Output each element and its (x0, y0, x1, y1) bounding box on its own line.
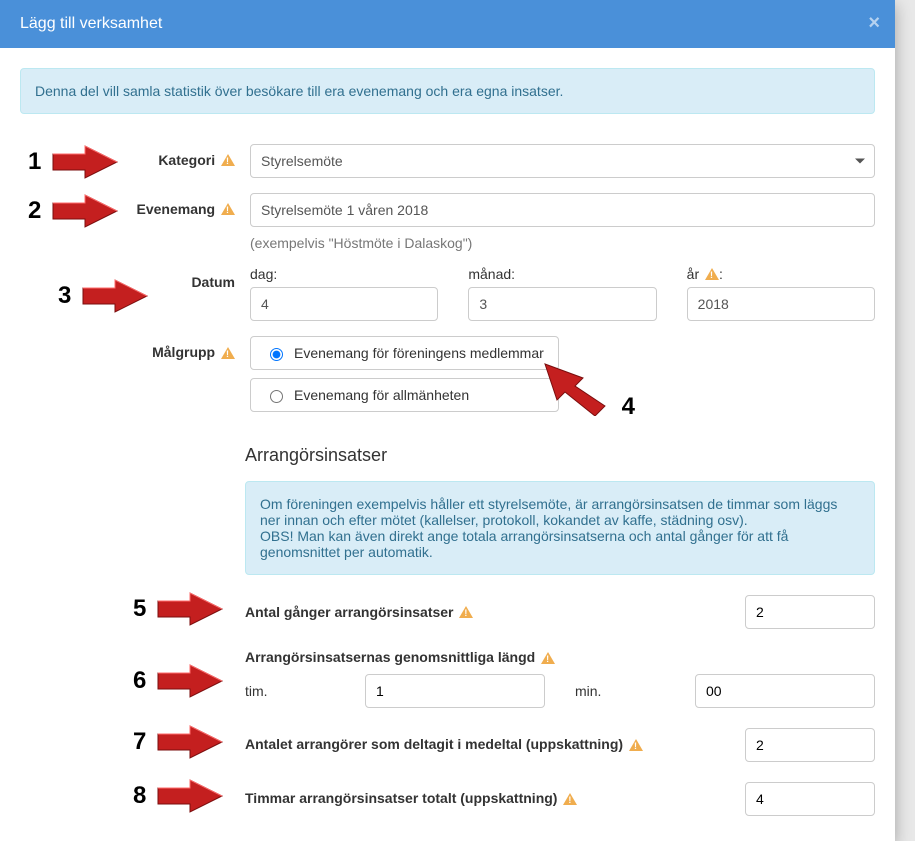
warning-icon (629, 739, 643, 753)
row-length: 6 Arrangörsinsatsernas genomsnittliga lä… (245, 649, 875, 707)
dag-label: dag: (250, 266, 438, 282)
evenemang-label: Evenemang (137, 201, 216, 217)
warning-icon (221, 154, 235, 168)
modal-body: Denna del vill samla statistik över besö… (0, 48, 895, 841)
row-section: Arrangörsinsatser Om föreningen exempelv… (20, 425, 875, 820)
timmar-totalt-label: Timmar arrangörsinsatser totalt (uppskat… (245, 790, 557, 806)
antal-ganger-label: Antal gånger arrangörsinsatser (245, 604, 454, 620)
warning-icon (221, 347, 235, 361)
manad-label: månad: (468, 266, 656, 282)
warning-icon (563, 793, 577, 807)
row-datum: 3 Datum dag: månad: (20, 266, 875, 321)
min-input[interactable] (695, 674, 875, 708)
dag-input[interactable] (250, 287, 438, 321)
annotation-4: 4 (622, 393, 635, 421)
modal-header: Lägg till verksamhet × (0, 0, 895, 48)
section-title: Arrangörsinsatser (245, 445, 875, 466)
timmar-totalt-input[interactable] (745, 782, 875, 816)
row-antal-arrangorer: 7 Antalet arrangörer som deltagit i mede… (245, 728, 875, 762)
row-antal-ganger: 5 Antal gånger arrangörsinsatser (245, 595, 875, 629)
antal-ganger-input[interactable] (745, 595, 875, 629)
ar-label: år (687, 266, 699, 282)
kategori-label: Kategori (158, 152, 215, 168)
close-icon[interactable]: × (868, 12, 880, 35)
datum-label: Datum (191, 274, 235, 290)
row-timmar-totalt: 8 Timmar arrangörsinsatser totalt (uppsk… (245, 782, 875, 816)
malgrupp-opt2-label: Evenemang för allmänheten (294, 387, 469, 403)
row-kategori: 1 Kategori (20, 144, 875, 178)
malgrupp-option-members[interactable]: Evenemang för föreningens medlemmar (250, 336, 559, 370)
antal-arr-label: Antalet arrangörer som deltagit i medelt… (245, 736, 623, 752)
malgrupp-label: Målgrupp (152, 344, 215, 360)
radio-public[interactable] (270, 390, 283, 403)
warning-icon (541, 652, 555, 666)
tim-label: tim. (245, 683, 345, 699)
malgrupp-option-public[interactable]: Evenemang för allmänheten (250, 378, 559, 412)
row-evenemang: 2 Evenemang (exempelvis "Höstmöte i Dala… (20, 193, 875, 251)
row-malgrupp: Målgrupp Evenemang för föreningens medle… (20, 336, 875, 420)
warning-icon (221, 203, 235, 217)
kategori-select[interactable] (250, 144, 875, 178)
ar-colon: : (719, 266, 723, 282)
intro-alert: Denna del vill samla statistik över besö… (20, 68, 875, 114)
section-info: Om föreningen exempelvis håller ett styr… (245, 481, 875, 575)
radio-members[interactable] (270, 348, 283, 361)
evenemang-hint: (exempelvis "Höstmöte i Dalaskog") (250, 235, 875, 251)
modal-title: Lägg till verksamhet (20, 15, 162, 32)
evenemang-input[interactable] (250, 193, 875, 227)
modal: Lägg till verksamhet × Denna del vill sa… (0, 0, 895, 841)
length-label: Arrangörsinsatsernas genomsnittliga läng… (245, 649, 535, 665)
min-label: min. (575, 683, 675, 699)
antal-arr-input[interactable] (745, 728, 875, 762)
malgrupp-opt1-label: Evenemang för föreningens medlemmar (294, 345, 544, 361)
ar-input[interactable] (687, 287, 875, 321)
warning-icon (459, 606, 473, 620)
tim-input[interactable] (365, 674, 545, 708)
manad-input[interactable] (468, 287, 656, 321)
warning-icon (705, 268, 719, 282)
